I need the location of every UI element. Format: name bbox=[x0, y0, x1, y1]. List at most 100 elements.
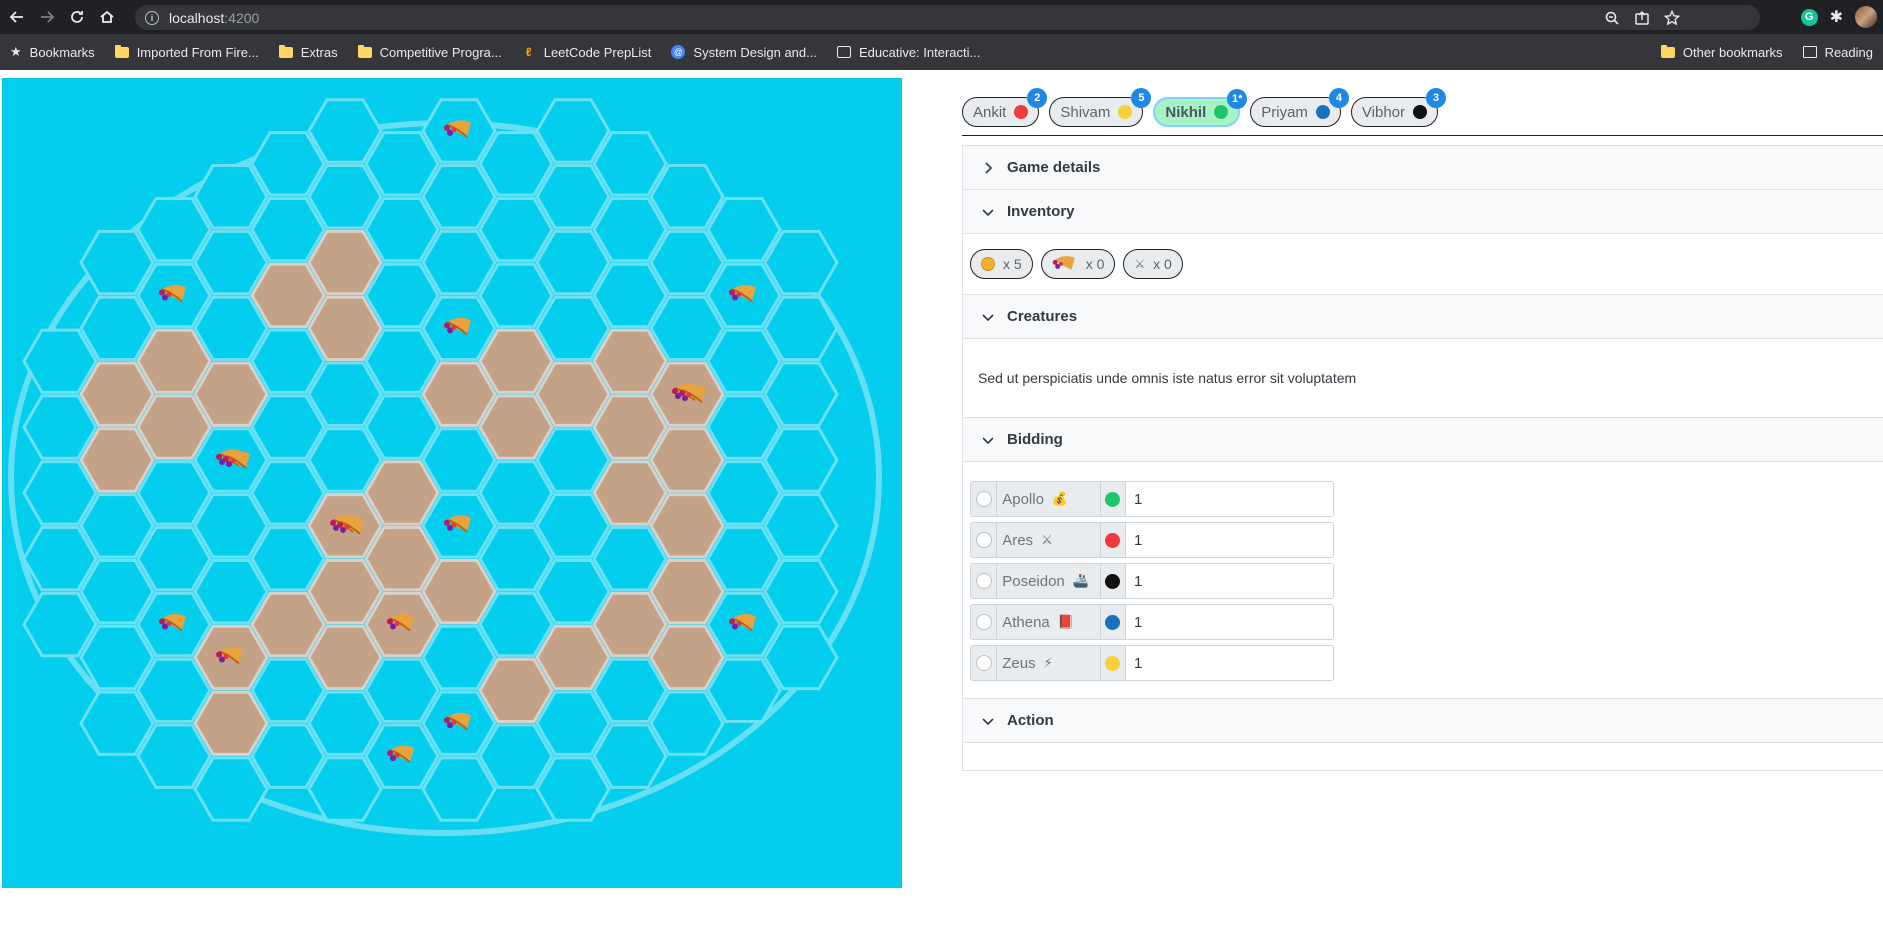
land-hex[interactable] bbox=[364, 526, 440, 592]
sea-hex[interactable] bbox=[307, 427, 383, 493]
bid-amount-input[interactable] bbox=[1126, 605, 1333, 639]
sea-hex[interactable] bbox=[706, 460, 782, 526]
sea-hex[interactable] bbox=[706, 197, 782, 263]
sea-hex[interactable] bbox=[136, 460, 212, 526]
player-tab-priyam[interactable]: Priyam 4 bbox=[1250, 88, 1349, 127]
land-hex[interactable] bbox=[592, 328, 668, 394]
sea-hex[interactable] bbox=[79, 229, 155, 296]
sea-hex[interactable] bbox=[592, 657, 668, 723]
land-hex[interactable] bbox=[193, 361, 269, 427]
bid-amount-input[interactable] bbox=[1126, 564, 1333, 598]
sea-hex[interactable] bbox=[136, 657, 212, 723]
grammarly-extension-icon[interactable]: G bbox=[1800, 8, 1818, 26]
land-hex[interactable] bbox=[79, 361, 155, 427]
extensions-icon[interactable]: ✱ bbox=[1830, 7, 1843, 27]
sea-hex[interactable] bbox=[421, 229, 497, 296]
site-info-icon[interactable]: i bbox=[145, 10, 159, 25]
sea-hex[interactable] bbox=[649, 164, 725, 230]
sea-hex[interactable] bbox=[136, 197, 212, 263]
bookmark-item-educative[interactable]: Educative: Interacti... bbox=[827, 34, 990, 70]
bid-radio[interactable] bbox=[975, 614, 992, 630]
land-hex[interactable] bbox=[250, 591, 326, 658]
land-hex[interactable] bbox=[193, 690, 269, 756]
land-hex[interactable] bbox=[421, 361, 497, 427]
sea-hex[interactable] bbox=[535, 98, 611, 164]
inventory-coins[interactable]: x 5 bbox=[970, 249, 1033, 279]
land-hex[interactable] bbox=[136, 328, 212, 394]
bid-radio[interactable] bbox=[975, 491, 992, 507]
sea-hex[interactable] bbox=[79, 624, 155, 691]
bookmark-item-extras[interactable]: Extras bbox=[269, 34, 348, 70]
land-hex[interactable] bbox=[478, 657, 554, 723]
sea-hex[interactable] bbox=[478, 262, 554, 329]
bookmark-item-imported[interactable]: Imported From Fire... bbox=[105, 34, 269, 70]
sea-hex[interactable] bbox=[535, 295, 611, 361]
sea-hex[interactable] bbox=[592, 131, 668, 197]
sea-hex[interactable] bbox=[649, 229, 725, 296]
sea-hex[interactable] bbox=[364, 657, 440, 723]
sea-hex[interactable] bbox=[250, 394, 326, 460]
bid-radio-cell[interactable] bbox=[971, 646, 998, 680]
bid-amount-input[interactable] bbox=[1126, 523, 1333, 557]
bid-radio-cell[interactable] bbox=[971, 564, 998, 598]
sea-hex[interactable] bbox=[763, 624, 839, 691]
sea-hex[interactable] bbox=[364, 328, 440, 394]
bookmark-item-leetcode[interactable]: ℓ LeetCode PrepList bbox=[512, 34, 662, 70]
sea-hex[interactable] bbox=[535, 559, 611, 625]
bid-radio[interactable] bbox=[975, 532, 992, 548]
sea-hex[interactable] bbox=[136, 526, 212, 592]
sea-hex[interactable] bbox=[307, 690, 383, 756]
land-hex[interactable] bbox=[535, 624, 611, 691]
sea-hex[interactable] bbox=[592, 723, 668, 789]
sea-hex[interactable] bbox=[478, 460, 554, 526]
reload-button[interactable] bbox=[64, 4, 90, 30]
sea-hex[interactable] bbox=[478, 723, 554, 789]
sea-hex[interactable] bbox=[478, 591, 554, 658]
inventory-cornucopia[interactable]: x 0 bbox=[1040, 249, 1116, 279]
sea-hex[interactable] bbox=[421, 756, 497, 822]
forward-button[interactable] bbox=[34, 4, 60, 30]
sea-hex[interactable] bbox=[649, 690, 725, 756]
sea-hex[interactable] bbox=[79, 690, 155, 756]
bid-radio-cell[interactable] bbox=[971, 482, 998, 516]
bid-amount-input[interactable] bbox=[1126, 646, 1333, 680]
sea-hex[interactable] bbox=[535, 690, 611, 756]
sea-hex[interactable] bbox=[193, 295, 269, 361]
sea-hex[interactable] bbox=[250, 657, 326, 723]
land-hex[interactable] bbox=[307, 229, 383, 296]
land-hex[interactable] bbox=[364, 460, 440, 526]
sea-hex[interactable] bbox=[478, 526, 554, 592]
sea-hex[interactable] bbox=[763, 229, 839, 296]
player-tab-nikhil[interactable]: Nikhil 1* bbox=[1153, 89, 1248, 127]
sea-hex[interactable] bbox=[364, 394, 440, 460]
land-hex[interactable] bbox=[478, 394, 554, 460]
sea-hex[interactable] bbox=[307, 361, 383, 427]
home-button[interactable] bbox=[94, 4, 120, 30]
land-hex[interactable] bbox=[592, 460, 668, 526]
sea-hex[interactable] bbox=[706, 526, 782, 592]
sea-hex[interactable] bbox=[706, 328, 782, 394]
sea-hex[interactable] bbox=[22, 591, 98, 658]
sea-hex[interactable] bbox=[250, 460, 326, 526]
sea-hex[interactable] bbox=[193, 493, 269, 559]
sea-hex[interactable] bbox=[250, 723, 326, 789]
land-hex[interactable] bbox=[79, 427, 155, 493]
sea-hex[interactable] bbox=[478, 131, 554, 197]
sea-hex[interactable] bbox=[364, 262, 440, 329]
sea-hex[interactable] bbox=[763, 559, 839, 625]
hex-map[interactable] bbox=[2, 78, 902, 888]
sea-hex[interactable] bbox=[193, 229, 269, 296]
sea-hex[interactable] bbox=[250, 197, 326, 263]
sea-hex[interactable] bbox=[79, 559, 155, 625]
sea-hex[interactable] bbox=[307, 164, 383, 230]
land-hex[interactable] bbox=[307, 559, 383, 625]
bid-radio[interactable] bbox=[975, 655, 992, 671]
land-hex[interactable] bbox=[478, 328, 554, 394]
bid-amount-input[interactable] bbox=[1126, 482, 1333, 516]
sea-hex[interactable] bbox=[706, 394, 782, 460]
share-icon[interactable] bbox=[1634, 10, 1650, 26]
game-details-header[interactable]: Game details bbox=[963, 146, 1883, 190]
action-header[interactable]: Action bbox=[963, 699, 1883, 743]
sea-hex[interactable] bbox=[79, 295, 155, 361]
bookmark-item-system-design[interactable]: @ System Design and... bbox=[661, 34, 827, 70]
